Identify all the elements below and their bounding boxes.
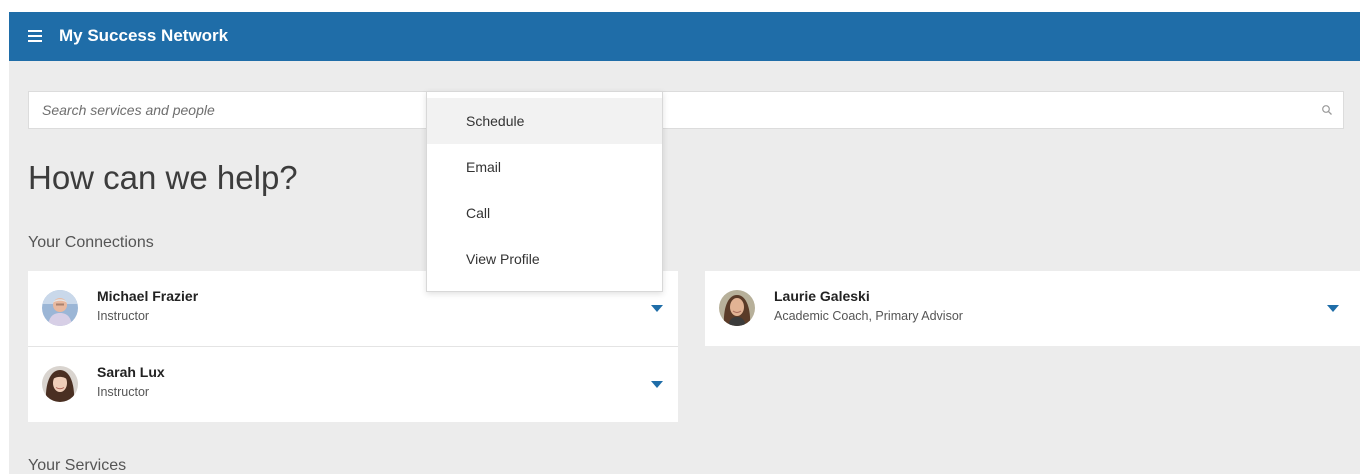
connection-name: Laurie Galeski: [774, 288, 870, 304]
avatar: [42, 366, 78, 402]
connection-card-sarah-lux[interactable]: Sarah Lux Instructor: [28, 347, 678, 422]
top-bar: My Success Network: [9, 12, 1360, 61]
menu-item-call[interactable]: Call: [427, 190, 662, 236]
search-input[interactable]: [29, 92, 1309, 128]
connection-actions-menu: Schedule Email Call View Profile: [426, 91, 663, 292]
page-headline: How can we help?: [28, 159, 298, 196]
connection-role: Instructor: [97, 309, 150, 323]
chevron-down-icon[interactable]: [651, 305, 663, 312]
connection-name: Michael Frazier: [97, 288, 199, 304]
app-window: My Success Network How can we help? Your…: [9, 12, 1360, 474]
search-bar: [28, 91, 1344, 129]
connection-role: Academic Coach, Primary Advisor: [774, 309, 963, 323]
hamburger-icon[interactable]: [28, 29, 42, 43]
services-heading: Your Services: [28, 457, 127, 474]
menu-item-schedule[interactable]: Schedule: [427, 98, 662, 144]
menu-item-view-profile[interactable]: View Profile: [427, 236, 662, 282]
chevron-down-icon[interactable]: [651, 381, 663, 388]
avatar: [719, 290, 755, 326]
search-icon[interactable]: [1321, 104, 1333, 116]
connection-name: Sarah Lux: [97, 364, 165, 380]
connections-heading: Your Connections: [28, 234, 154, 251]
app-title: My Success Network: [59, 26, 229, 45]
connection-role: Instructor: [97, 385, 150, 399]
menu-item-email[interactable]: Email: [427, 144, 662, 190]
connection-card-laurie-galeski[interactable]: Laurie Galeski Academic Coach, Primary A…: [705, 271, 1360, 346]
chevron-down-icon[interactable]: [1327, 305, 1339, 312]
avatar: [42, 290, 78, 326]
